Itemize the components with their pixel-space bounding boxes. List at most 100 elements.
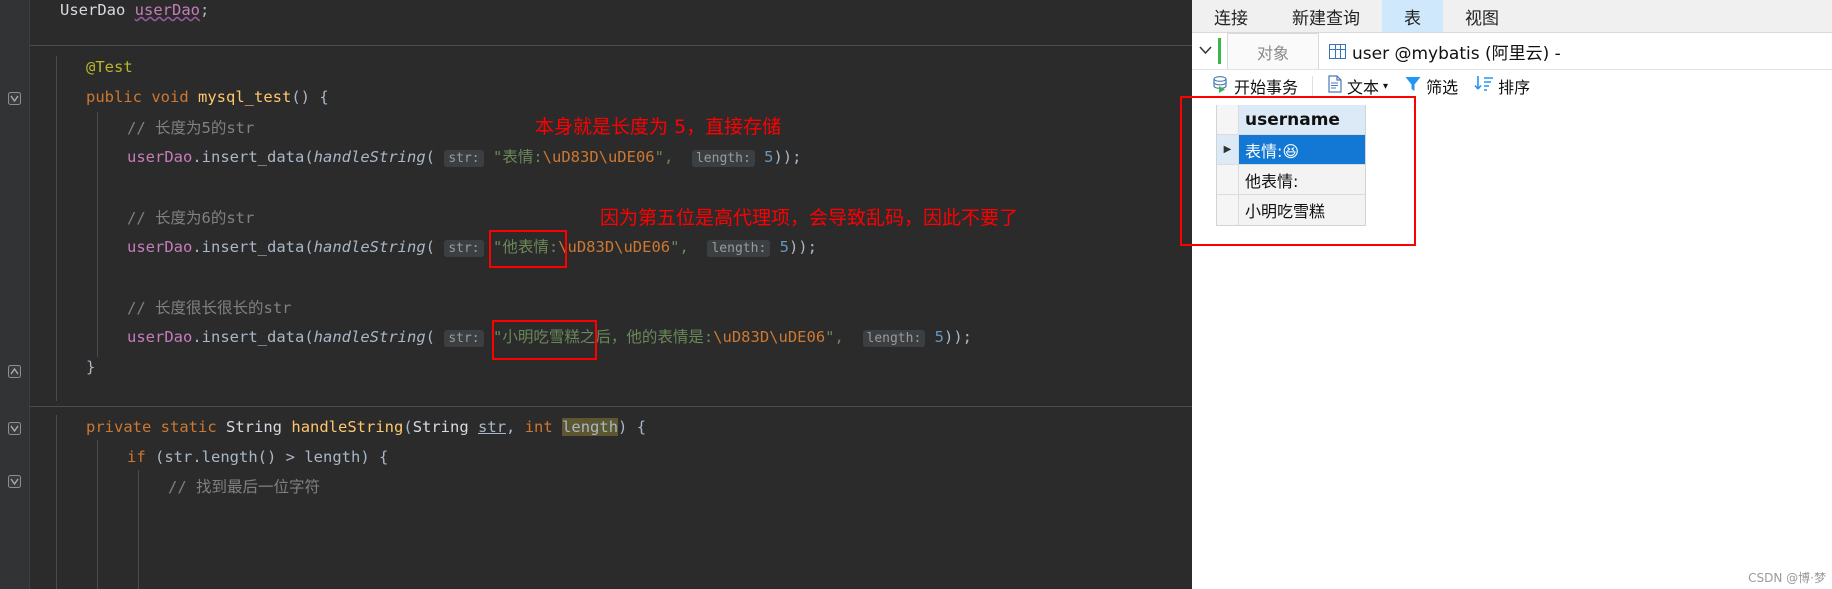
sort-down-icon	[1474, 75, 1494, 97]
doc-tab-user-table-label: user @mybatis (阿里云) -	[1352, 43, 1561, 64]
param-hint-length-3: length:	[862, 330, 926, 347]
watermark: CSDN @博·梦	[1748, 571, 1826, 585]
toolbar-text-label: 文本	[1347, 78, 1380, 97]
navicat-database-panel: 连接 新建查询 表 视图 对象 user @mybatis (阿里云) - 开始…	[1192, 0, 1832, 589]
code-line-insert-2: userDao.insert_data(handleString( str: "…	[127, 238, 817, 257]
toolbar-filter-label: 筛选	[1426, 78, 1459, 97]
token-brace-close: }	[86, 358, 96, 376]
token-type-string-param: String	[412, 418, 469, 436]
database-play-icon	[1212, 75, 1230, 97]
red-highlight-frame-grid	[1180, 96, 1416, 246]
token-escape-1: \uD83D\uDE06	[542, 148, 655, 166]
token-tail-1: ));	[773, 148, 802, 166]
token-escape-2: \uD83D\uDE06	[558, 238, 671, 256]
red-box-string-3	[492, 320, 597, 360]
editor-gutter[interactable]	[0, 0, 30, 589]
token-inner-method-2: handleString	[313, 238, 426, 256]
fold-marker-method-end[interactable]	[8, 365, 21, 378]
code-line-method-signature: public void mysql_test() {	[86, 88, 329, 106]
param-hint-length-1: length:	[691, 150, 755, 167]
token-call-method-3: insert_data	[201, 328, 305, 346]
param-hint-str-1: str:	[444, 150, 484, 167]
token-num-2: 5	[779, 238, 789, 256]
token-method-handlestring: handleString	[291, 418, 404, 436]
token-if-expression: (str.length() > length) {	[155, 448, 389, 466]
code-text[interactable]: UserDao userDao; @Test public void mysql…	[30, 0, 1192, 589]
token-tail-3: ));	[943, 328, 972, 346]
code-line-insert-1: userDao.insert_data(handleString( str: "…	[127, 148, 802, 167]
fold-marker-method[interactable]	[8, 92, 21, 105]
doc-tab-user-table[interactable]: user @mybatis (阿里云) -	[1319, 33, 1571, 69]
chevron-down-icon[interactable]	[1192, 44, 1218, 59]
token-comment-len6: // 长度为6的str	[127, 209, 255, 227]
code-line-comment-lastchar: // 找到最后一位字符	[168, 478, 320, 496]
token-kw-if: if	[127, 448, 146, 466]
token-call-obj-2: userDao	[127, 238, 193, 256]
navicat-tab-bar: 连接 新建查询 表 视图	[1192, 0, 1832, 33]
fold-marker-if[interactable]	[8, 475, 21, 488]
code-line-if: if (str.length() > length) {	[127, 448, 389, 466]
ide-editor-pane: UserDao userDao; @Test public void mysql…	[0, 0, 1192, 589]
caret-down-icon[interactable]: ▾	[1383, 81, 1388, 92]
token-param-str: str	[478, 418, 507, 436]
code-line-comment-len5: // 长度为5的str	[127, 119, 255, 137]
token-num-3: 5	[934, 328, 944, 346]
toolbar-text[interactable]: 文本 ▾	[1321, 74, 1394, 98]
token-kw-void: void	[151, 88, 189, 106]
token-kw-int: int	[524, 418, 553, 436]
toolbar-filter[interactable]: 筛选	[1398, 74, 1464, 98]
red-box-string-2	[489, 230, 567, 268]
token-kw-static: static	[160, 418, 217, 436]
token-field-name: userDao	[134, 1, 200, 19]
token-comment-lastchar: // 找到最后一位字符	[168, 478, 320, 496]
token-kw-private: private	[86, 418, 152, 436]
token-call-method-2: insert_data	[201, 238, 305, 256]
token-inner-method-3: handleString	[313, 328, 426, 346]
token-comment-len5: // 长度为5的str	[127, 119, 255, 137]
red-annotation-note-2: 因为第五位是高代理项，会导致乱码，因此不要了	[600, 207, 1019, 229]
token-quote-close-1: ",	[654, 148, 674, 166]
code-line-field-declaration: UserDao userDao;	[60, 1, 210, 19]
table-icon	[1329, 43, 1346, 59]
doc-tab-objects[interactable]: 对象	[1227, 33, 1319, 69]
param-hint-length-2: length:	[707, 240, 771, 257]
toolbar-sort[interactable]: 排序	[1468, 74, 1536, 98]
code-line-comment-len6: // 长度为6的str	[127, 209, 255, 227]
token-quote-close-2: ",	[670, 238, 689, 256]
fold-marker-handlestring[interactable]	[8, 422, 21, 435]
toolbar-begin-transaction-label: 开始事务	[1234, 78, 1299, 97]
token-string-3-rest: 之后，他的表情是:	[579, 328, 714, 346]
funnel-icon	[1404, 75, 1422, 97]
code-line-comment-long: // 长度很长很长的str	[127, 299, 292, 317]
token-quote-close-3: ",	[825, 328, 844, 346]
token-annotation-test: @Test	[86, 58, 133, 76]
token-string-1: "表情:	[492, 148, 543, 166]
toolbar-sort-label: 排序	[1498, 78, 1531, 97]
token-type-string-return: String	[226, 418, 283, 436]
tab-table[interactable]: 表	[1382, 0, 1443, 32]
active-connection-indicator	[1218, 38, 1221, 64]
token-inner-method-1: handleString	[313, 148, 426, 166]
document-icon	[1327, 75, 1343, 97]
token-kw-public: public	[86, 88, 142, 106]
token-tail-2: ));	[788, 238, 817, 256]
toolbar-separator-1	[1312, 76, 1314, 96]
code-line-handlestring-signature: private static String handleString(Strin…	[86, 418, 647, 436]
token-call-method-1: insert_data	[201, 148, 305, 166]
toolbar-begin-transaction[interactable]: 开始事务	[1206, 74, 1304, 98]
tab-new-query[interactable]: 新建查询	[1270, 0, 1382, 32]
navicat-document-tab-bar: 对象 user @mybatis (阿里云) -	[1192, 33, 1832, 70]
token-method-mysql-test: mysql_test	[198, 88, 292, 106]
param-hint-str-3: str:	[444, 330, 484, 347]
token-field-type: UserDao	[60, 1, 126, 19]
token-call-obj-3: userDao	[127, 328, 193, 346]
param-hint-str-2: str:	[444, 240, 484, 257]
token-call-obj-1: userDao	[127, 148, 193, 166]
tab-view[interactable]: 视图	[1443, 0, 1521, 32]
token-escape-3: \uD83D\uDE06	[713, 328, 826, 346]
red-annotation-note-1: 本身就是长度为 5，直接存储	[535, 116, 782, 138]
tab-connection[interactable]: 连接	[1192, 0, 1270, 32]
token-param-length-highlighted: length	[562, 418, 619, 436]
token-comment-long: // 长度很长很长的str	[127, 299, 292, 317]
code-line-annotation: @Test	[86, 58, 133, 76]
